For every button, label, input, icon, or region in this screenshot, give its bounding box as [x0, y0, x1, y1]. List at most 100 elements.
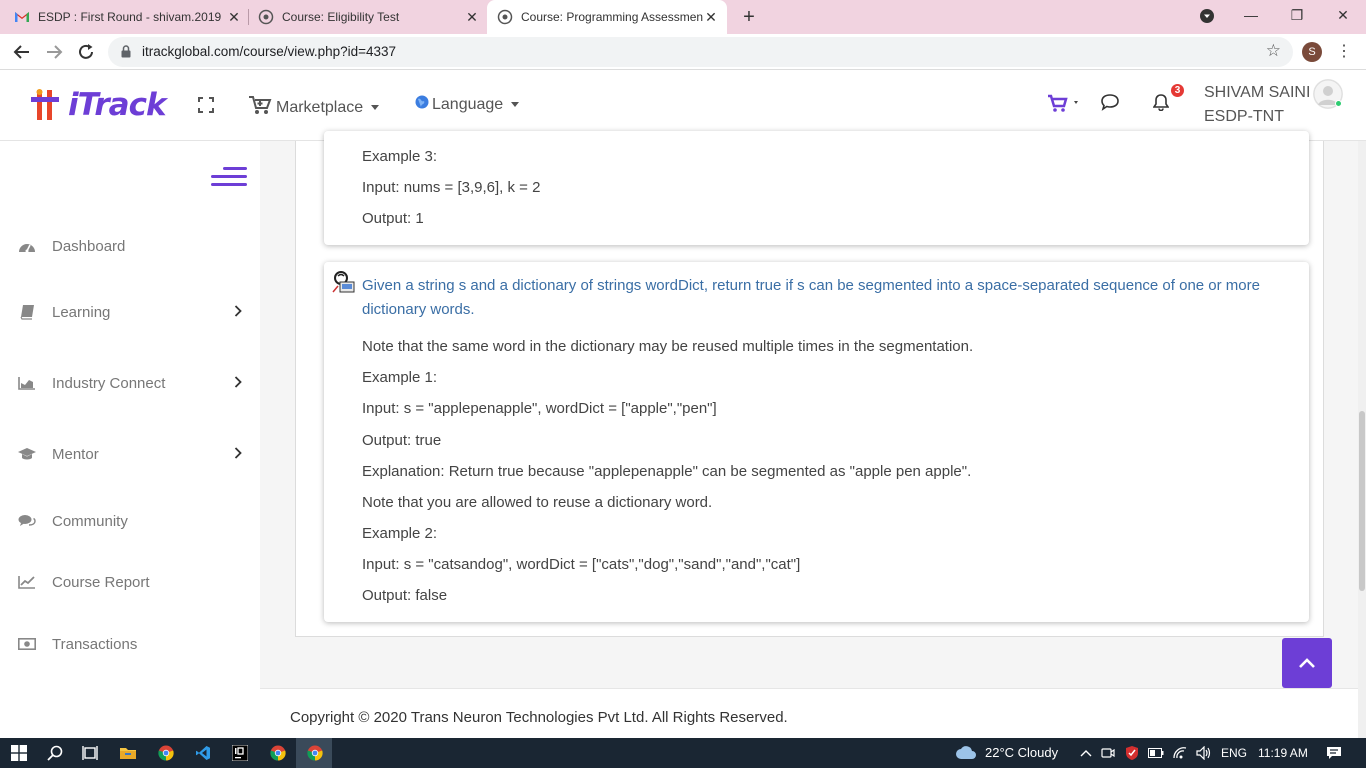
logo-text: iTrack: [68, 87, 167, 123]
bell-icon[interactable]: [1152, 93, 1170, 116]
task-view-icon[interactable]: [80, 743, 100, 763]
tab-search-icon[interactable]: [1184, 0, 1230, 30]
intellij-icon[interactable]: [230, 743, 250, 763]
reload-button[interactable]: [74, 40, 98, 64]
clock-time[interactable]: 11:19 AM: [1258, 746, 1308, 760]
browser-menu-icon[interactable]: ⋮: [1336, 42, 1352, 62]
new-tab-button[interactable]: +: [738, 6, 760, 28]
sidebar-item-community[interactable]: Community: [0, 501, 260, 541]
back-button[interactable]: [10, 40, 34, 64]
page-scrollbar[interactable]: [1358, 141, 1366, 738]
site-icon: [497, 9, 513, 25]
chevron-right-icon: [234, 304, 242, 320]
copyright-text: Copyright © 2020 Trans Neuron Technologi…: [290, 709, 788, 726]
itrack-logo[interactable]: iTrack: [30, 87, 167, 123]
profile-avatar[interactable]: S: [1302, 42, 1322, 62]
sidebar-item-label: Community: [52, 512, 128, 530]
lock-icon: [121, 45, 131, 63]
sidebar-item-course-report[interactable]: Course Report: [0, 562, 260, 602]
bookmark-star-icon[interactable]: ☆: [1266, 41, 1281, 61]
tab-close-icon[interactable]: ✕: [703, 9, 719, 26]
cart-icon: [248, 95, 272, 120]
file-explorer-icon[interactable]: [118, 743, 138, 763]
messages-icon[interactable]: [1100, 93, 1120, 116]
question-card: Example 3: Input: nums = [3,9,6], k = 2 …: [324, 131, 1309, 245]
wifi-icon[interactable]: [1170, 743, 1190, 763]
footer: Copyright © 2020 Trans Neuron Technologi…: [260, 688, 1358, 738]
chrome-icon[interactable]: [156, 743, 176, 763]
sidebar-toggle-icon[interactable]: [211, 167, 247, 187]
question-line: Example 3:: [362, 148, 438, 165]
omnibox[interactable]: itrackglobal.com/course/view.php?id=4337…: [108, 37, 1293, 67]
browser-tab-gmail[interactable]: ESDP : First Round - shivam.2019 ✕: [14, 0, 242, 34]
sidebar-item-mentor[interactable]: Mentor: [0, 434, 260, 474]
chevron-down-icon: [511, 102, 520, 107]
weather-text[interactable]: 22°C Cloudy: [985, 745, 1058, 760]
question-line: Example 2:: [362, 525, 438, 542]
close-window-button[interactable]: ✕: [1320, 0, 1366, 30]
chrome-active-icon[interactable]: [305, 743, 325, 763]
scroll-to-top-button[interactable]: [1282, 638, 1332, 688]
chevron-right-icon: [234, 375, 242, 391]
sidebar-item-label: Transactions: [52, 635, 138, 653]
chevron-up-icon: [1299, 658, 1315, 668]
scrollbar-thumb[interactable]: [1359, 411, 1365, 591]
url-text[interactable]: itrackglobal.com/course/view.php?id=4337: [142, 44, 396, 59]
globe-icon: [415, 95, 429, 114]
tab-separator: [248, 9, 249, 25]
chart-icon: [17, 373, 37, 393]
maximize-button[interactable]: ❐: [1274, 0, 1320, 30]
question-line: Output: false: [362, 587, 448, 604]
windows-start-icon[interactable]: [9, 743, 29, 763]
language-indicator[interactable]: ENG: [1221, 746, 1247, 760]
fullscreen-icon[interactable]: [198, 97, 214, 118]
sidebar-item-label: Industry Connect: [52, 374, 166, 392]
weather-cloud-icon[interactable]: [955, 743, 977, 763]
dashboard-icon: [17, 236, 37, 256]
sidebar-item-dashboard[interactable]: Dashboard: [0, 226, 260, 266]
search-icon[interactable]: [45, 743, 65, 763]
marketplace-menu[interactable]: Marketplace: [248, 95, 380, 120]
language-menu[interactable]: Language: [415, 95, 520, 114]
sidebar-item-industry-connect[interactable]: Industry Connect: [0, 363, 260, 403]
sidebar-item-label: Course Report: [52, 573, 150, 591]
chevron-up-icon[interactable]: [1076, 743, 1096, 763]
browser-tab-eligibility[interactable]: Course: Eligibility Test ✕: [258, 0, 480, 34]
question-line: Note that you are allowed to reuse a dic…: [362, 494, 713, 511]
notifications-center-icon[interactable]: [1324, 743, 1344, 763]
tab-title: Course: Programming Assessmen: [521, 10, 703, 24]
sidebar-item-learning[interactable]: Learning: [0, 292, 260, 332]
tab-close-icon[interactable]: ✕: [226, 9, 242, 26]
user-org: ESDP-TNT: [1204, 108, 1284, 125]
sidebar-item-transactions[interactable]: Transactions: [0, 624, 260, 664]
chevron-down-icon: [371, 105, 380, 110]
browser-tab-programming[interactable]: Course: Programming Assessmen ✕: [487, 0, 727, 34]
question-line: Output: 1: [362, 210, 424, 227]
main-content: Example 3: Input: nums = [3,9,6], k = 2 …: [260, 131, 1366, 738]
question-line: Note that the same word in the dictionar…: [362, 338, 974, 355]
forward-button[interactable]: [42, 40, 66, 64]
notification-badge: 3: [1171, 84, 1184, 97]
user-name: SHIVAM SAINI: [1204, 84, 1311, 101]
line-chart-icon: [17, 572, 37, 592]
cart-dropdown[interactable]: [1047, 94, 1083, 117]
meet-now-icon[interactable]: [1098, 743, 1118, 763]
battery-icon[interactable]: [1146, 743, 1166, 763]
comments-icon: [17, 511, 37, 531]
question-line: Input: nums = [3,9,6], k = 2: [362, 179, 541, 196]
money-icon: [17, 634, 37, 654]
question-line: Explanation: Return true because "applep…: [362, 463, 972, 480]
user-menu[interactable]: SHIVAM SAINI ESDP-TNT: [1204, 81, 1310, 129]
tab-title: Course: Eligibility Test: [282, 10, 400, 24]
site-icon: [258, 9, 274, 25]
book-icon: [17, 302, 37, 322]
volume-icon[interactable]: [1194, 743, 1214, 763]
chrome-profile-icon[interactable]: [268, 743, 288, 763]
vscode-icon[interactable]: [193, 743, 213, 763]
chevron-right-icon: [234, 446, 242, 462]
minimize-button[interactable]: —: [1228, 0, 1274, 30]
question-line: Example 1:: [362, 369, 438, 386]
antivirus-icon[interactable]: [1122, 743, 1142, 763]
tab-close-icon[interactable]: ✕: [464, 9, 480, 26]
marketplace-label: Marketplace: [276, 98, 364, 116]
